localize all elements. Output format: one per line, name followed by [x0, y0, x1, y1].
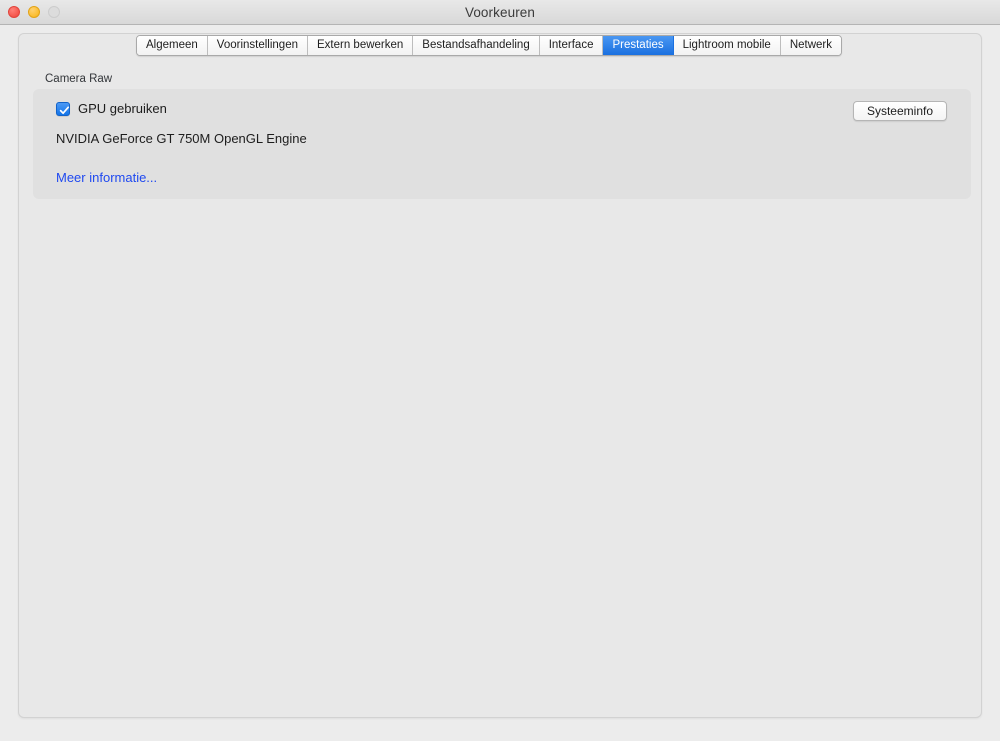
tab-label: Lightroom mobile: [682, 39, 771, 51]
gpu-device-info: NVIDIA GeForce GT 750M OpenGL Engine: [56, 131, 307, 146]
camera-raw-group-box: GPU gebruiken NVIDIA GeForce GT 750M Ope…: [33, 89, 971, 199]
tab-voorinstellingen[interactable]: Voorinstellingen: [207, 36, 308, 55]
tab-netwerk[interactable]: Netwerk: [780, 36, 842, 55]
tab-label: Prestaties: [612, 39, 664, 51]
window-titlebar: Voorkeuren: [0, 0, 1000, 25]
system-info-button[interactable]: Systeeminfo: [852, 101, 947, 121]
tab-interface[interactable]: Interface: [539, 36, 604, 55]
tab-label: Extern bewerken: [317, 39, 404, 51]
tab-lightroom-mobile[interactable]: Lightroom mobile: [673, 36, 781, 55]
preferences-tabbar: Algemeen Voorinstellingen Extern bewerken B…: [136, 35, 843, 56]
preferences-window: Voorkeuren Camera Raw GPU gebruiken NVID…: [0, 0, 1000, 741]
preferences-content-area: Camera Raw GPU gebruiken NVIDIA GeForce …: [18, 33, 982, 718]
window-title: Voorkeuren: [464, 5, 536, 20]
tab-label: Netwerk: [789, 39, 833, 51]
tab-prestaties[interactable]: Prestaties: [603, 36, 674, 55]
tab-label: Voorinstellingen: [216, 39, 298, 51]
more-info-link[interactable]: Meer informatie...: [56, 170, 157, 185]
checkbox-checked-icon[interactable]: [56, 102, 70, 116]
tab-label: Bestandsafhandeling: [422, 39, 530, 51]
camera-raw-group-label: Camera Raw: [45, 73, 113, 85]
gpu-checkbox-row[interactable]: GPU gebruiken: [56, 102, 167, 116]
tab-label: Algemeen: [146, 39, 198, 51]
tab-algemeen[interactable]: Algemeen: [137, 36, 208, 55]
tab-label: Interface: [548, 39, 594, 51]
gpu-checkbox-label: GPU gebruiken: [78, 101, 167, 116]
tab-bestandsafhandeling[interactable]: Bestandsafhandeling: [413, 36, 540, 55]
tab-extern-bewerken[interactable]: Extern bewerken: [308, 36, 414, 55]
